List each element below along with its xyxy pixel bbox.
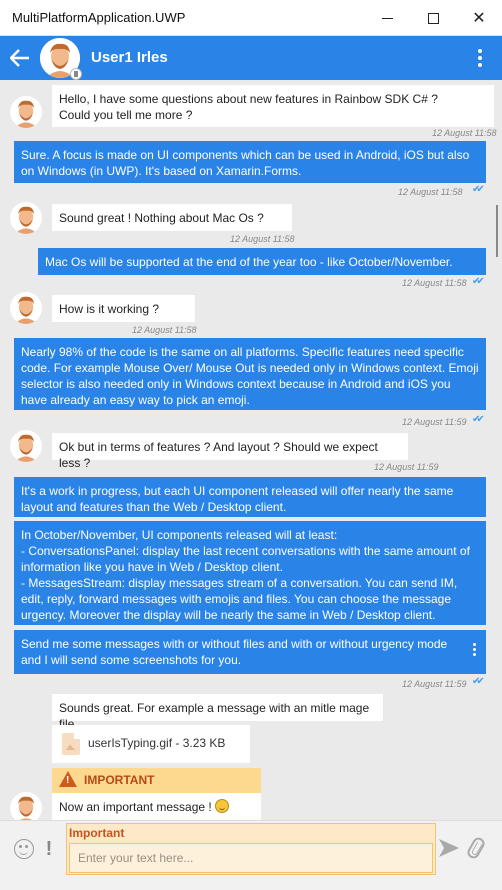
- sender-avatar: [10, 792, 42, 820]
- input-container: Important: [66, 823, 436, 875]
- message-bubble[interactable]: Send me some messages with or without fi…: [14, 630, 486, 674]
- message-bubble[interactable]: Sounds great. For example a message with…: [52, 694, 383, 731]
- minimize-button[interactable]: [364, 0, 410, 36]
- message-timestamp: 12 August 11:59: [402, 679, 467, 689]
- sender-avatar: [10, 292, 42, 324]
- maximize-icon: [427, 12, 439, 24]
- message-bubble[interactable]: Ok but in terms of features ? And layout…: [52, 433, 408, 470]
- file-attachment[interactable]: userIsTyping.gif - 3.23 KB: [52, 725, 250, 763]
- message-timestamp: 12 August 11:58: [230, 234, 295, 244]
- image-file-icon: [62, 733, 80, 755]
- emoji-picker-icon[interactable]: [14, 839, 34, 859]
- close-button[interactable]: ✕: [456, 0, 502, 36]
- read-receipt-icon: ✔✔: [472, 276, 485, 287]
- message-text: Now an important message !: [59, 800, 212, 814]
- message-bubble[interactable]: How is it working ?: [52, 295, 195, 322]
- message-bubble[interactable]: Nearly 98% of the code is the same on al…: [14, 338, 486, 410]
- message-options-icon[interactable]: [470, 640, 478, 658]
- read-receipt-icon: ✔✔: [472, 676, 485, 687]
- smiley-emoji-icon: [214, 799, 229, 813]
- scrollbar[interactable]: [496, 205, 498, 257]
- minimize-icon: [381, 17, 393, 19]
- message-bubble[interactable]: Mac Os will be supported at the end of t…: [38, 248, 486, 275]
- message-bubble[interactable]: Sure. A focus is made on UI components w…: [14, 141, 486, 183]
- message-timestamp: 12 August 11:58: [402, 278, 467, 288]
- close-icon: ✕: [472, 10, 486, 27]
- attachment-paperclip-icon[interactable]: [465, 835, 487, 861]
- maximize-button[interactable]: [410, 0, 456, 36]
- window-title: MultiPlatformApplication.UWP: [12, 10, 186, 25]
- conversation-header: User1 Irles: [0, 36, 502, 80]
- message-timestamp: 12 August 11:58: [132, 325, 197, 335]
- urgency-title: Important: [69, 826, 125, 840]
- window-titlebar: MultiPlatformApplication.UWP ✕: [0, 0, 502, 36]
- sender-avatar: [10, 430, 42, 462]
- read-receipt-icon: ✔✔: [472, 414, 485, 425]
- message-bubble[interactable]: Hello, I have some questions about new f…: [52, 85, 494, 127]
- sender-avatar: [10, 202, 42, 234]
- more-options-icon[interactable]: [470, 46, 490, 70]
- back-arrow-icon[interactable]: [8, 46, 32, 70]
- urgency-label: IMPORTANT: [84, 773, 155, 787]
- message-timestamp: 12 August 11:59: [402, 417, 467, 427]
- message-bubble[interactable]: Sound great ! Nothing about Mac Os ?: [52, 204, 292, 231]
- read-receipt-icon: ✔✔: [472, 184, 485, 195]
- send-icon[interactable]: [439, 839, 459, 857]
- warning-icon: !: [59, 771, 77, 787]
- message-input[interactable]: [69, 843, 433, 873]
- message-bubble[interactable]: In October/November, UI components relea…: [14, 521, 486, 625]
- sender-avatar: [10, 96, 42, 128]
- messages-stream: Hello, I have some questions about new f…: [0, 80, 502, 820]
- presence-indicator-icon: [70, 68, 82, 80]
- urgency-banner: ! IMPORTANT: [52, 768, 261, 793]
- file-name: userIsTyping.gif - 3.23 KB: [88, 736, 226, 750]
- message-timestamp: 12 August 11:58: [398, 187, 463, 197]
- message-composer: ! Important: [0, 820, 502, 890]
- message-bubble[interactable]: It's a work in progress, but each UI com…: [14, 477, 486, 517]
- message-timestamp: 12 August 11:59: [374, 462, 439, 472]
- message-bubble[interactable]: Now an important message !: [52, 793, 261, 820]
- message-timestamp: 12 August 11:58: [432, 128, 497, 138]
- contact-name: User1 Irles: [91, 49, 168, 66]
- urgency-exclamation-icon[interactable]: !: [42, 835, 56, 863]
